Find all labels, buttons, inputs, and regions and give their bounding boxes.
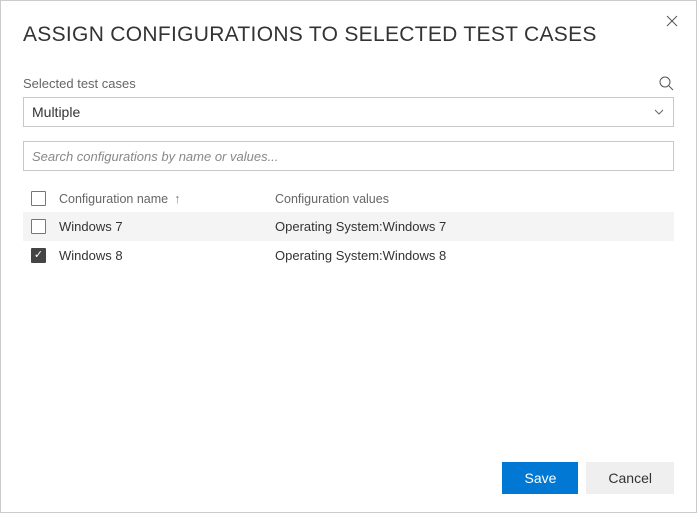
selected-test-cases-label: Selected test cases xyxy=(23,76,136,91)
row-checkbox[interactable]: ✓ xyxy=(31,248,46,263)
cell-values: Operating System:Windows 7 xyxy=(275,219,670,234)
dialog-footer: Save Cancel xyxy=(23,448,674,512)
cancel-button[interactable]: Cancel xyxy=(586,462,674,494)
column-name-label: Configuration name xyxy=(59,192,168,206)
column-values-label: Configuration values xyxy=(275,192,389,206)
select-all-checkbox[interactable] xyxy=(31,191,46,206)
search-configurations-input[interactable] xyxy=(23,141,674,171)
close-icon xyxy=(666,15,678,27)
selected-test-cases-row: Selected test cases xyxy=(23,75,674,91)
sort-ascending-icon: ↑ xyxy=(174,191,181,206)
checkmark-icon: ✓ xyxy=(34,250,43,261)
cell-name: Windows 8 xyxy=(59,248,275,263)
table-header: Configuration name ↑ Configuration value… xyxy=(23,185,674,212)
column-header-values[interactable]: Configuration values xyxy=(275,192,670,206)
close-button[interactable] xyxy=(662,11,682,34)
dialog-title: ASSIGN CONFIGURATIONS TO SELECTED TEST C… xyxy=(23,23,674,47)
column-header-name[interactable]: Configuration name ↑ xyxy=(59,191,275,206)
table-row[interactable]: ✓ Windows 8 Operating System:Windows 8 xyxy=(23,241,674,270)
chevron-down-icon xyxy=(653,106,665,118)
search-icon[interactable] xyxy=(658,75,674,91)
cell-name: Windows 7 xyxy=(59,219,275,234)
save-button[interactable]: Save xyxy=(502,462,578,494)
dropdown-value: Multiple xyxy=(32,104,80,120)
assign-configurations-dialog: ASSIGN CONFIGURATIONS TO SELECTED TEST C… xyxy=(1,1,696,512)
row-checkbox[interactable] xyxy=(31,219,46,234)
selected-test-cases-dropdown[interactable]: Multiple xyxy=(23,97,674,127)
table-row[interactable]: Windows 7 Operating System:Windows 7 xyxy=(23,212,674,241)
cell-values: Operating System:Windows 8 xyxy=(275,248,670,263)
